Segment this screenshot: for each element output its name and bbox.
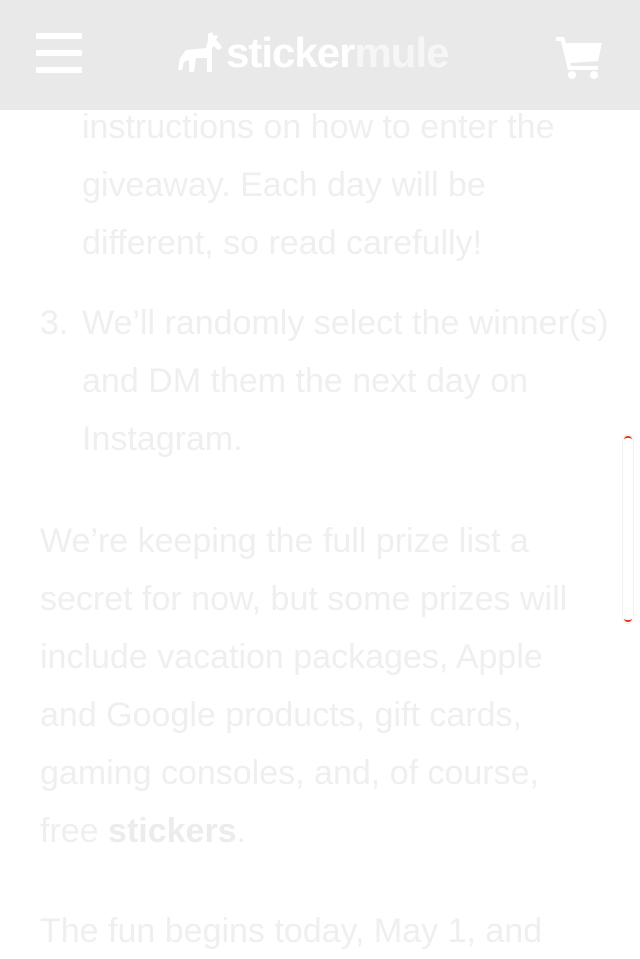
logo-text: stickermule [226,29,449,76]
list-item-continuation: instructions on how to enter the giveawa… [82,108,555,262]
prizes-end: . [236,812,247,850]
scrollbar[interactable] [622,434,634,624]
page: instructions on how to enter the giveawa… [0,0,640,959]
list-item-text: We’ll randomly select the winner(s) and … [82,304,609,458]
stickers-link[interactable]: stickers [108,812,237,850]
shopping-cart-icon[interactable] [556,35,604,79]
prizes-paragraph: We’re keeping the full prize list a secr… [40,512,600,860]
top-header: stickermule [0,0,640,110]
mule-icon [178,32,222,72]
start-paragraph: The fun begins today, May 1, and [40,912,543,950]
list-item-number: 3. [40,304,69,342]
sticker-mule-logo[interactable]: stickermule [178,28,449,78]
prizes-text: We’re keeping the full prize list a secr… [40,522,568,850]
hamburger-menu-icon[interactable] [36,33,82,73]
